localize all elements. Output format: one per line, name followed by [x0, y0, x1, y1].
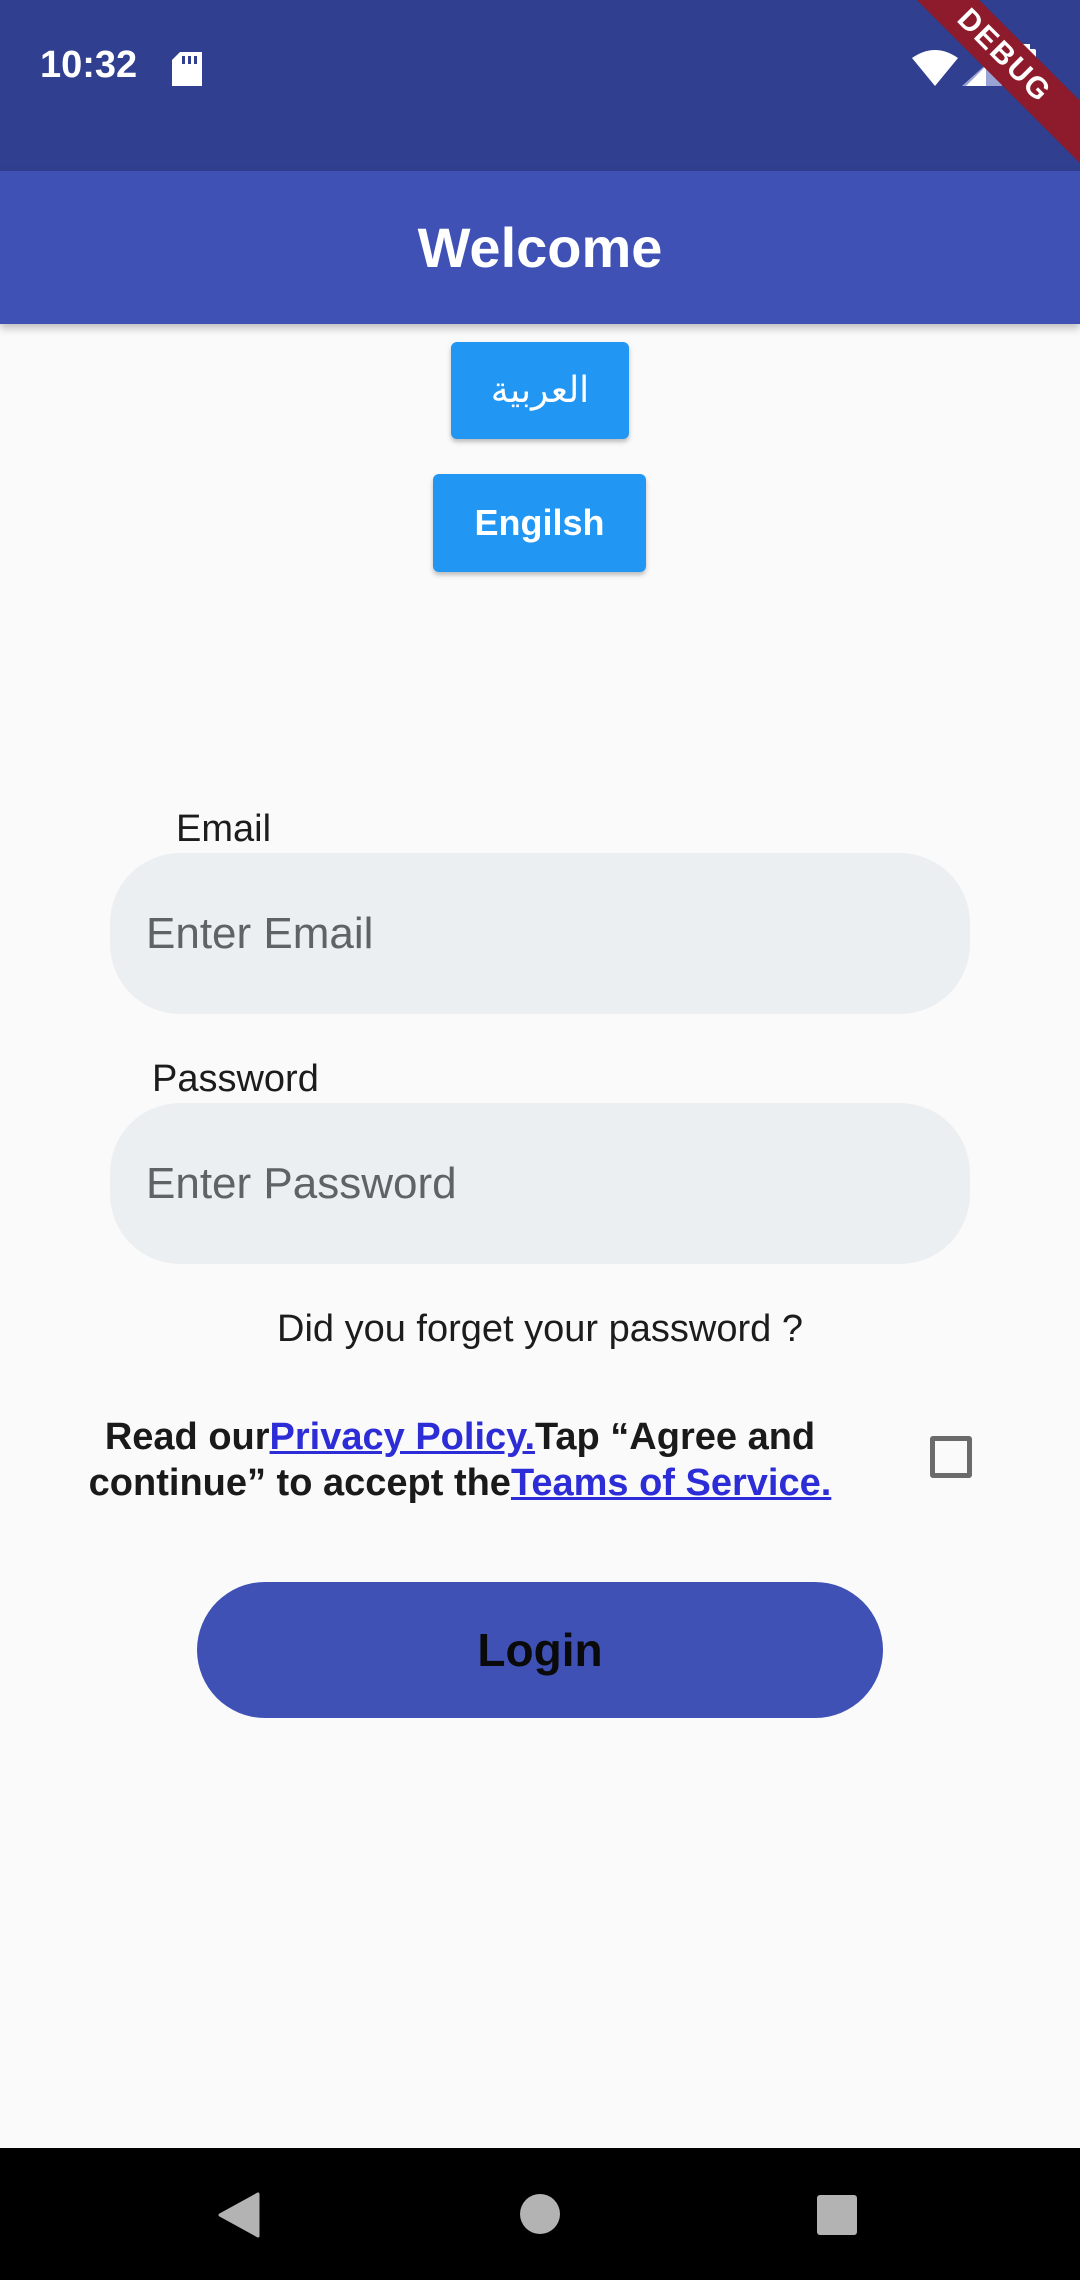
email-field[interactable]	[110, 853, 970, 1014]
email-label: Email	[176, 808, 272, 850]
recents-icon[interactable]	[816, 2194, 858, 2241]
login-button[interactable]: Login	[197, 1582, 883, 1718]
email-input[interactable]	[144, 907, 948, 960]
english-language-button[interactable]: Engilsh	[433, 474, 646, 572]
terms-prefix: Read our	[104, 1416, 270, 1458]
navigation-bar	[0, 2148, 1080, 2280]
app-bar: Welcome	[0, 171, 1080, 324]
sd-card-icon	[172, 52, 202, 91]
status-time: 10:32	[40, 44, 138, 86]
forgot-password-link[interactable]: Did you forget your password ?	[0, 1308, 1080, 1351]
back-icon[interactable]	[218, 2192, 260, 2243]
page-title: Welcome	[417, 216, 663, 279]
privacy-policy-link[interactable]: Privacy Policy.	[270, 1416, 535, 1458]
password-input[interactable]	[144, 1157, 948, 1210]
status-bar: 10:32 DEBUG	[0, 0, 1080, 178]
terms-text: Read ourPrivacy Policy.Tap “Agree and co…	[20, 1414, 900, 1506]
wifi-icon	[912, 50, 958, 91]
terms-of-service-link[interactable]: Teams of Service.	[511, 1462, 831, 1504]
agree-checkbox[interactable]	[930, 1436, 972, 1478]
password-field[interactable]	[110, 1103, 970, 1264]
password-label: Password	[152, 1058, 319, 1100]
arabic-language-button[interactable]: العربية	[451, 342, 629, 439]
home-icon[interactable]	[518, 2192, 562, 2241]
